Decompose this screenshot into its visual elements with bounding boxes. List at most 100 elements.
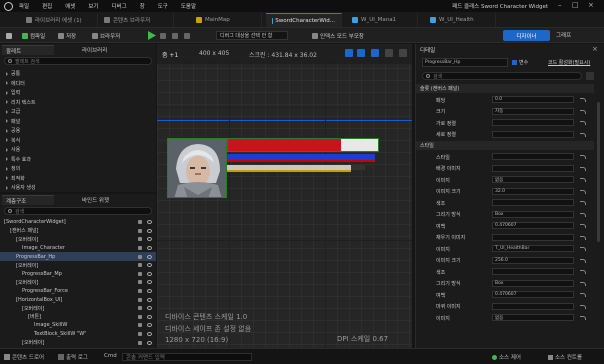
options-icon[interactable] [184, 31, 192, 40]
hierarchy-item[interactable]: ProgressBar_Force [0, 287, 156, 296]
visibility-eye-icon[interactable] [147, 323, 152, 328]
play-icon[interactable] [148, 31, 156, 40]
tab-hierarchy[interactable]: 계층구조 [2, 195, 54, 205]
compile-button[interactable]: 컴파일 [22, 31, 45, 40]
lock-icon[interactable] [138, 246, 142, 251]
property-value-field[interactable]: Box [492, 210, 574, 218]
palette-search-input[interactable]: 팔레트 검색 [4, 57, 152, 65]
unreal-logo-icon[interactable] [4, 1, 13, 11]
tab-content-browser[interactable]: 콘텐츠 브라우저 [98, 13, 174, 27]
reset-to-default-icon[interactable] [580, 189, 586, 194]
tab-swordcharacterwidget[interactable]: SwordCharacterWid... [266, 13, 342, 27]
lock-icon[interactable] [138, 254, 142, 259]
visibility-eye-icon[interactable] [147, 332, 152, 337]
property-value-field[interactable]: 0.470607 [492, 291, 574, 298]
palette-category[interactable]: 최적화 [0, 174, 156, 184]
hierarchy-item[interactable]: [HorizontalBox_UI] [0, 295, 156, 304]
lock-icon[interactable] [138, 297, 142, 302]
lock-icon[interactable] [138, 306, 142, 311]
menu-view[interactable]: 보기 [88, 2, 98, 10]
property-value-field[interactable] [492, 130, 574, 138]
is-variable-checkbox[interactable] [512, 60, 517, 65]
visibility-eye-icon[interactable] [147, 314, 152, 319]
console-command-input[interactable]: 콘솔 커맨드 입력 [122, 353, 252, 361]
graph-mode-button[interactable]: 그래프 [556, 31, 571, 39]
settings-icon[interactable] [399, 49, 407, 57]
rotate-snap-icon[interactable] [371, 49, 379, 57]
visibility-eye-icon[interactable] [147, 289, 152, 294]
details-close-icon[interactable]: × [592, 45, 598, 53]
maximize-icon[interactable]: □ [572, 1, 579, 9]
menu-help[interactable]: 도움말 [181, 2, 196, 10]
reset-to-default-icon[interactable] [580, 304, 586, 309]
property-value-field[interactable]: 0.0 [492, 96, 574, 103]
property-value-field[interactable]: 32.0 [492, 187, 574, 195]
tab-mainmap[interactable]: MainMap [190, 13, 262, 27]
palette-category[interactable]: 공통 [0, 69, 156, 79]
tab-w-ui-mana1[interactable]: W_UI_Mana1 [346, 13, 418, 27]
hierarchy-item[interactable]: [버튼] [0, 313, 156, 322]
tab-library[interactable]: 라이브러리 [78, 45, 128, 55]
details-settings-icon[interactable] [586, 72, 594, 80]
details-scrollbar[interactable] [597, 102, 600, 242]
browse-button[interactable]: 브라우저 [92, 31, 120, 40]
hierarchy-item[interactable]: [캔버스 패널] [0, 227, 156, 236]
reset-to-default-icon[interactable] [580, 178, 586, 182]
grid-snap-icon[interactable] [357, 49, 365, 57]
reset-to-default-icon[interactable] [580, 212, 586, 217]
hierarchy-item[interactable]: [오버레이] [0, 338, 156, 347]
property-value-field[interactable]: 자동 [492, 107, 574, 115]
palette-category[interactable]: 정의 [0, 164, 156, 174]
reset-to-default-icon[interactable] [580, 132, 586, 137]
details-section-header[interactable]: 슬롯 (캔버스 패널) [416, 84, 594, 93]
tab-palette[interactable]: 팔레트 [2, 45, 54, 55]
reset-to-default-icon[interactable] [580, 316, 586, 320]
lock-icon[interactable] [138, 289, 142, 294]
reset-to-default-icon[interactable] [580, 270, 586, 274]
source-control-button[interactable]: 소스 제어 [492, 353, 521, 361]
menu-debug[interactable]: 디버그 [112, 2, 127, 10]
property-value-field[interactable]: 256.0 [492, 256, 574, 264]
property-value-field[interactable]: T_UI_HealthBar [492, 245, 574, 252]
revision-control-button[interactable]: 소스 컨트롤 [548, 353, 582, 361]
menu-asset[interactable]: 에셋 [65, 2, 75, 10]
stop-icon[interactable] [172, 31, 180, 40]
tab-w-ui-health[interactable]: W_UI_Health [424, 13, 496, 27]
progressbar-mp[interactable] [227, 154, 375, 162]
close-icon[interactable]: × [588, 1, 594, 9]
reset-to-default-icon[interactable] [580, 224, 586, 228]
hierarchy-item[interactable]: [오버레이] [0, 235, 156, 244]
reset-to-default-icon[interactable] [580, 166, 586, 171]
hierarchy-item[interactable]: [오버레이] [0, 261, 156, 270]
property-value-field[interactable]: 0.470607 [492, 222, 574, 229]
lock-icon[interactable] [138, 228, 142, 233]
visibility-eye-icon[interactable] [147, 306, 152, 311]
content-drawer-button[interactable]: 콘텐츠 드로어 [4, 353, 44, 361]
palette-category[interactable]: 리치 텍스트 [0, 98, 156, 108]
widget-name-field[interactable]: ProgressBar_Hp [422, 58, 508, 67]
reset-to-default-icon[interactable] [580, 293, 586, 297]
details-section-header[interactable]: 스타일 [416, 141, 594, 150]
reset-to-default-icon[interactable] [580, 121, 586, 125]
hierarchy-item[interactable]: [SwordCharacterWidget] [0, 218, 156, 227]
visibility-eye-icon[interactable] [147, 271, 152, 276]
property-value-field[interactable] [492, 199, 574, 206]
visibility-eye-icon[interactable] [147, 237, 152, 242]
lock-icon[interactable] [138, 280, 142, 285]
hierarchy-item[interactable]: Image_Character [0, 244, 156, 253]
output-log-button[interactable]: 출력 로그 [58, 353, 88, 361]
progressbar-hp[interactable] [227, 138, 379, 152]
cmd-dropdown[interactable]: Cmd [104, 353, 117, 359]
screen-size-icon[interactable] [385, 49, 393, 57]
lock-icon[interactable] [138, 220, 142, 225]
visibility-eye-icon[interactable] [147, 254, 152, 259]
palette-category[interactable]: 고급 [0, 107, 156, 117]
details-search-input[interactable]: 검색 [422, 72, 582, 80]
palette-category[interactable]: 사용 [0, 145, 156, 155]
property-value-field[interactable]: 없음 [492, 314, 574, 321]
tab-library-asset[interactable]: 라이브러리 에셋 (1) [20, 13, 98, 27]
property-value-field[interactable] [492, 268, 574, 275]
minimize-icon[interactable]: – [558, 1, 562, 9]
reset-to-default-icon[interactable] [580, 155, 586, 159]
reset-to-default-icon[interactable] [580, 201, 586, 205]
